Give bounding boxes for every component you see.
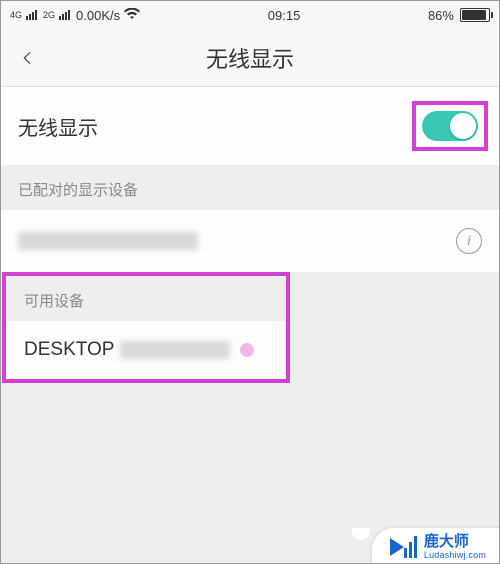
signal-bars-1 xyxy=(26,10,37,20)
paired-devices-header: 已配对的显示设备 xyxy=(0,165,500,210)
annotation-highlight-available: 可用设备 DESKTOP xyxy=(2,272,290,383)
available-device-name: DESKTOP xyxy=(24,339,254,361)
watermark-logo: 鹿大师 Ludashiwj.com xyxy=(372,528,500,564)
info-icon[interactable]: i xyxy=(456,228,482,254)
toggle-knob xyxy=(450,113,476,139)
page-title: 无线显示 xyxy=(206,42,294,74)
available-device-row[interactable]: DESKTOP xyxy=(6,321,286,379)
logo-url: Ludashiwj.com xyxy=(424,551,486,560)
net1-label: 4G xyxy=(10,10,22,20)
wireless-display-row: 无线显示 xyxy=(0,87,500,165)
chevron-left-icon xyxy=(19,50,35,66)
page-header: 无线显示 xyxy=(0,30,500,86)
signal-bars-2 xyxy=(59,10,70,20)
back-button[interactable] xyxy=(12,43,42,73)
redacted-text xyxy=(18,232,198,250)
logo-tail xyxy=(352,528,370,540)
available-devices-header: 可用设备 xyxy=(6,276,286,321)
net-speed: 0.00K/s xyxy=(76,8,120,23)
logo-name: 鹿大师 xyxy=(424,534,486,549)
battery-icon xyxy=(460,8,490,22)
wireless-display-toggle[interactable] xyxy=(422,111,478,141)
status-right: 86% xyxy=(428,8,490,23)
redacted-text xyxy=(120,341,230,359)
net2-label: 2G xyxy=(43,10,55,20)
status-left: 4G 2G 0.00K/s xyxy=(10,7,140,23)
device-name-prefix: DESKTOP xyxy=(24,339,114,361)
wifi-icon xyxy=(124,7,140,23)
logo-mark-icon xyxy=(390,536,418,558)
paired-device-row[interactable]: i xyxy=(0,210,500,272)
clock: 09:15 xyxy=(268,8,301,23)
pink-dot-icon xyxy=(240,343,254,357)
battery-percent: 86% xyxy=(428,8,454,23)
wireless-display-label: 无线显示 xyxy=(18,112,98,141)
status-bar: 4G 2G 0.00K/s 09:15 86% xyxy=(0,0,500,30)
paired-device-name xyxy=(18,232,198,250)
